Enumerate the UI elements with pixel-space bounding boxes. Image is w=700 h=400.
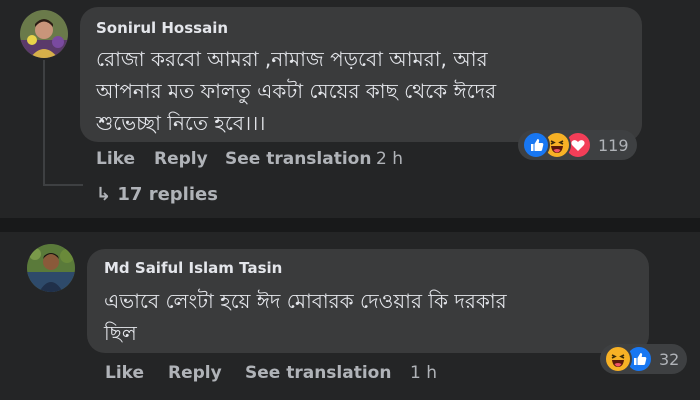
avatar-photo-icon	[27, 244, 75, 292]
comment-timestamp[interactable]: 1 h	[410, 363, 437, 383]
comment-bubble: Sonirul Hossain রোজা করবো আমরা ,নামাজ পড…	[80, 7, 642, 142]
comment-panel: Sonirul Hossain রোজা করবো আমরা ,নামাজ পড…	[0, 0, 700, 218]
thread-line	[43, 184, 83, 186]
avatar[interactable]	[27, 244, 75, 292]
reaction-count: 32	[659, 349, 680, 369]
comment-author[interactable]: Sonirul Hossain	[96, 19, 228, 37]
comment-text-line: আপনার মত ফালতু একটা মেয়ের কাছ থেকে ঈদের	[96, 79, 497, 103]
comment-text: এভাবে লেংটা হয়ে ঈদ মোবারক দেওয়ার কি দর…	[104, 285, 507, 349]
comment-timestamp[interactable]: 2 h	[376, 149, 403, 169]
view-replies-link[interactable]: ↳ 17 replies	[96, 184, 218, 205]
comment-bubble: Md Saiful Islam Tasin এভাবে লেংটা হয়ে ঈ…	[87, 249, 649, 353]
reply-button[interactable]: Reply	[154, 149, 208, 169]
see-translation-link[interactable]: See translation	[225, 149, 371, 169]
comment-text-line: এভাবে লেংটা হয়ে ঈদ মোবারক দেওয়ার কি দর…	[104, 289, 507, 313]
avatar[interactable]	[20, 10, 68, 58]
see-translation-link[interactable]: See translation	[245, 363, 391, 383]
haha-icon	[604, 345, 632, 373]
comment-text: রোজা করবো আমরা ,নামাজ পড়বো আমরা, আর আপন…	[96, 43, 496, 139]
reactions-summary[interactable]: 119	[518, 130, 637, 160]
reply-arrow-icon: ↳	[96, 184, 112, 205]
like-button[interactable]: Like	[96, 149, 135, 169]
replies-count-label: 17 replies	[117, 184, 218, 205]
reaction-count: 119	[598, 135, 629, 155]
like-button[interactable]: Like	[105, 363, 144, 383]
like-icon	[522, 131, 550, 159]
thread-line	[43, 60, 45, 186]
comment-text-line: শুভেচ্ছা নিতে হবে।।।	[96, 111, 266, 135]
comment-author[interactable]: Md Saiful Islam Tasin	[104, 259, 282, 277]
avatar-photo-icon	[20, 10, 68, 58]
comment-panel: Md Saiful Islam Tasin এভাবে লেংটা হয়ে ঈ…	[0, 232, 700, 400]
reply-button[interactable]: Reply	[168, 363, 222, 383]
reactions-summary[interactable]: 32	[600, 344, 688, 374]
comment-text-line: রোজা করবো আমরা ,নামাজ পড়বো আমরা, আর	[96, 47, 488, 71]
comment-text-line: ছিল	[104, 321, 137, 345]
